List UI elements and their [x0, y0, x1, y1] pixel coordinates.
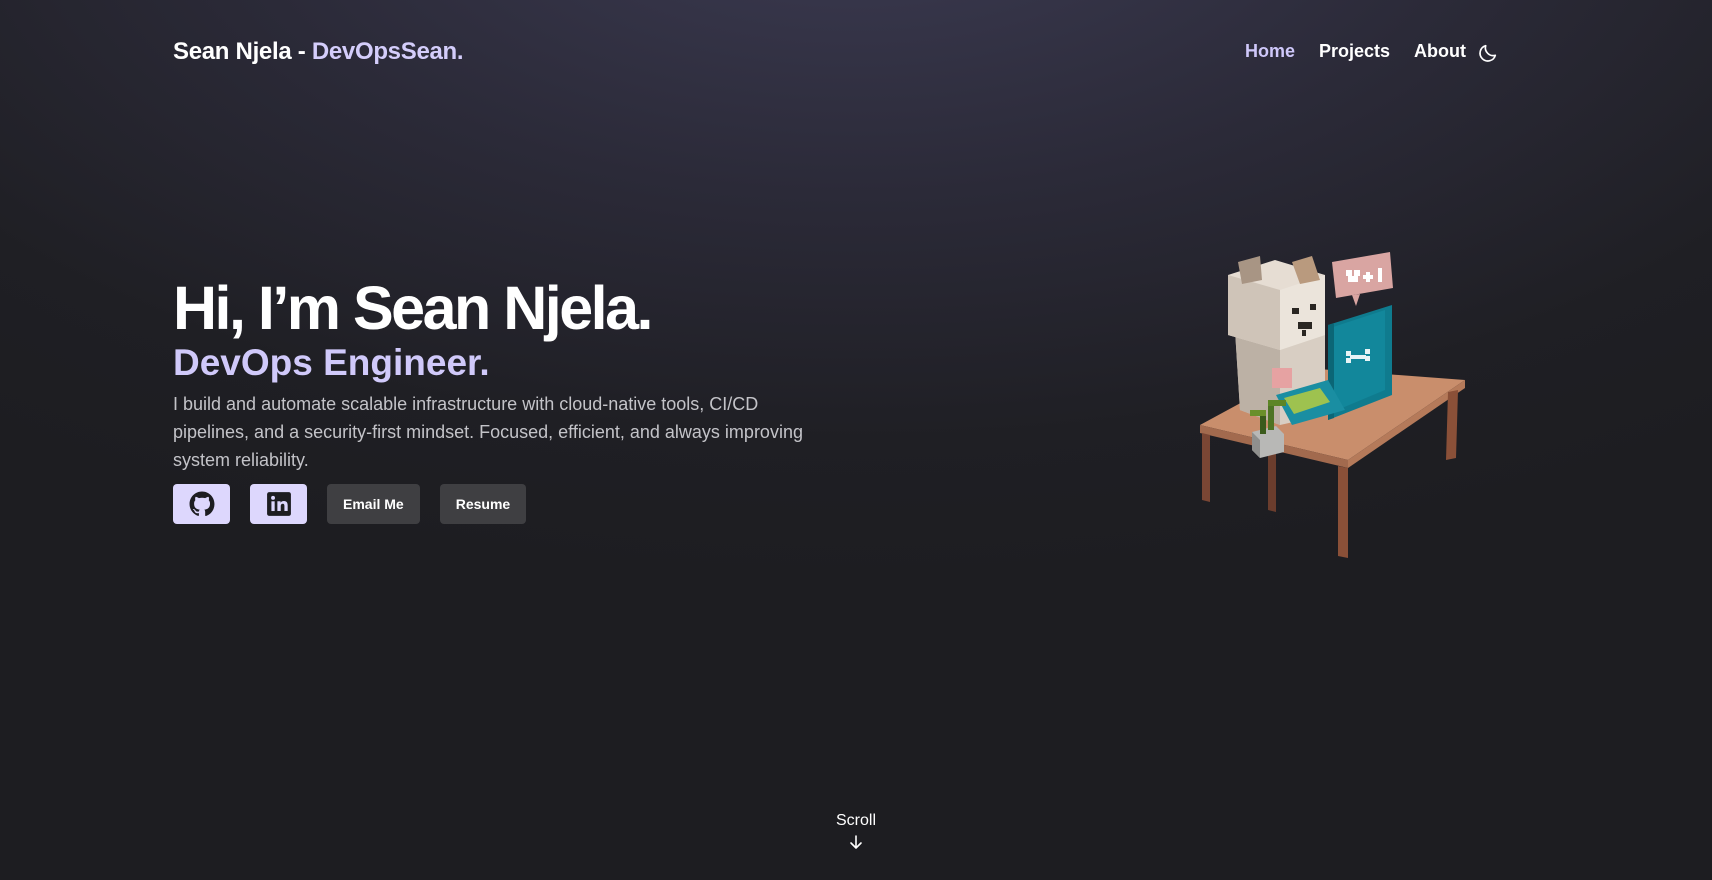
nav-link-about[interactable]: About — [1414, 41, 1466, 62]
hero-role: DevOps Engineer. — [173, 342, 490, 383]
github-button[interactable] — [173, 484, 230, 524]
moon-icon — [1479, 44, 1497, 62]
theme-toggle-button[interactable] — [1477, 42, 1499, 64]
hero-description: I build and automate scalable infrastruc… — [173, 394, 803, 470]
hero-greeting: Hi, I’m Sean Njela. — [173, 274, 653, 342]
github-icon — [189, 491, 214, 517]
hero-actions: Email Me Resume — [173, 484, 833, 524]
nav-links: Home Projects About — [1245, 41, 1466, 62]
brand-name: Sean Njela - — [173, 38, 312, 65]
hero-section: Hi, I’m Sean Njela. DevOps Engineer. I b… — [173, 272, 833, 524]
nav-link-home[interactable]: Home — [1245, 41, 1295, 62]
brand-accent: DevOpsSean. — [311, 38, 464, 65]
scroll-indicator[interactable]: Scroll — [0, 812, 1712, 850]
navbar: Sean Njela - DevOpsSean. Home Projects A… — [0, 0, 1712, 106]
voxel-dog-illustration — [1180, 250, 1480, 570]
email-button[interactable]: Email Me — [327, 484, 420, 524]
linkedin-button[interactable] — [250, 484, 307, 524]
brand-logo[interactable]: Sean Njela - DevOpsSean. — [173, 38, 464, 66]
arrow-down-icon — [850, 835, 862, 849]
scroll-label: Scroll — [835, 812, 876, 829]
nav-link-projects[interactable]: Projects — [1319, 41, 1390, 62]
linkedin-icon — [266, 492, 291, 516]
resume-button[interactable]: Resume — [439, 484, 527, 524]
